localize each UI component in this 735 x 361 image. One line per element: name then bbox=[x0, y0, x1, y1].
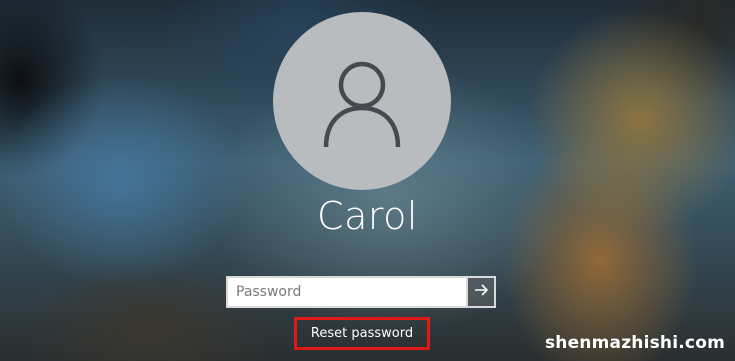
user-avatar bbox=[273, 12, 451, 190]
password-input[interactable] bbox=[226, 276, 466, 308]
user-silhouette-icon bbox=[312, 51, 412, 151]
password-field-group bbox=[226, 276, 496, 308]
submit-button[interactable] bbox=[466, 276, 496, 308]
user-name: Carol bbox=[317, 194, 418, 238]
reset-password-link[interactable]: Reset password bbox=[311, 326, 413, 341]
watermark: shenmazhishi.com bbox=[544, 333, 725, 353]
arrow-right-icon bbox=[473, 282, 489, 302]
reset-password-highlight: Reset password bbox=[294, 317, 430, 350]
